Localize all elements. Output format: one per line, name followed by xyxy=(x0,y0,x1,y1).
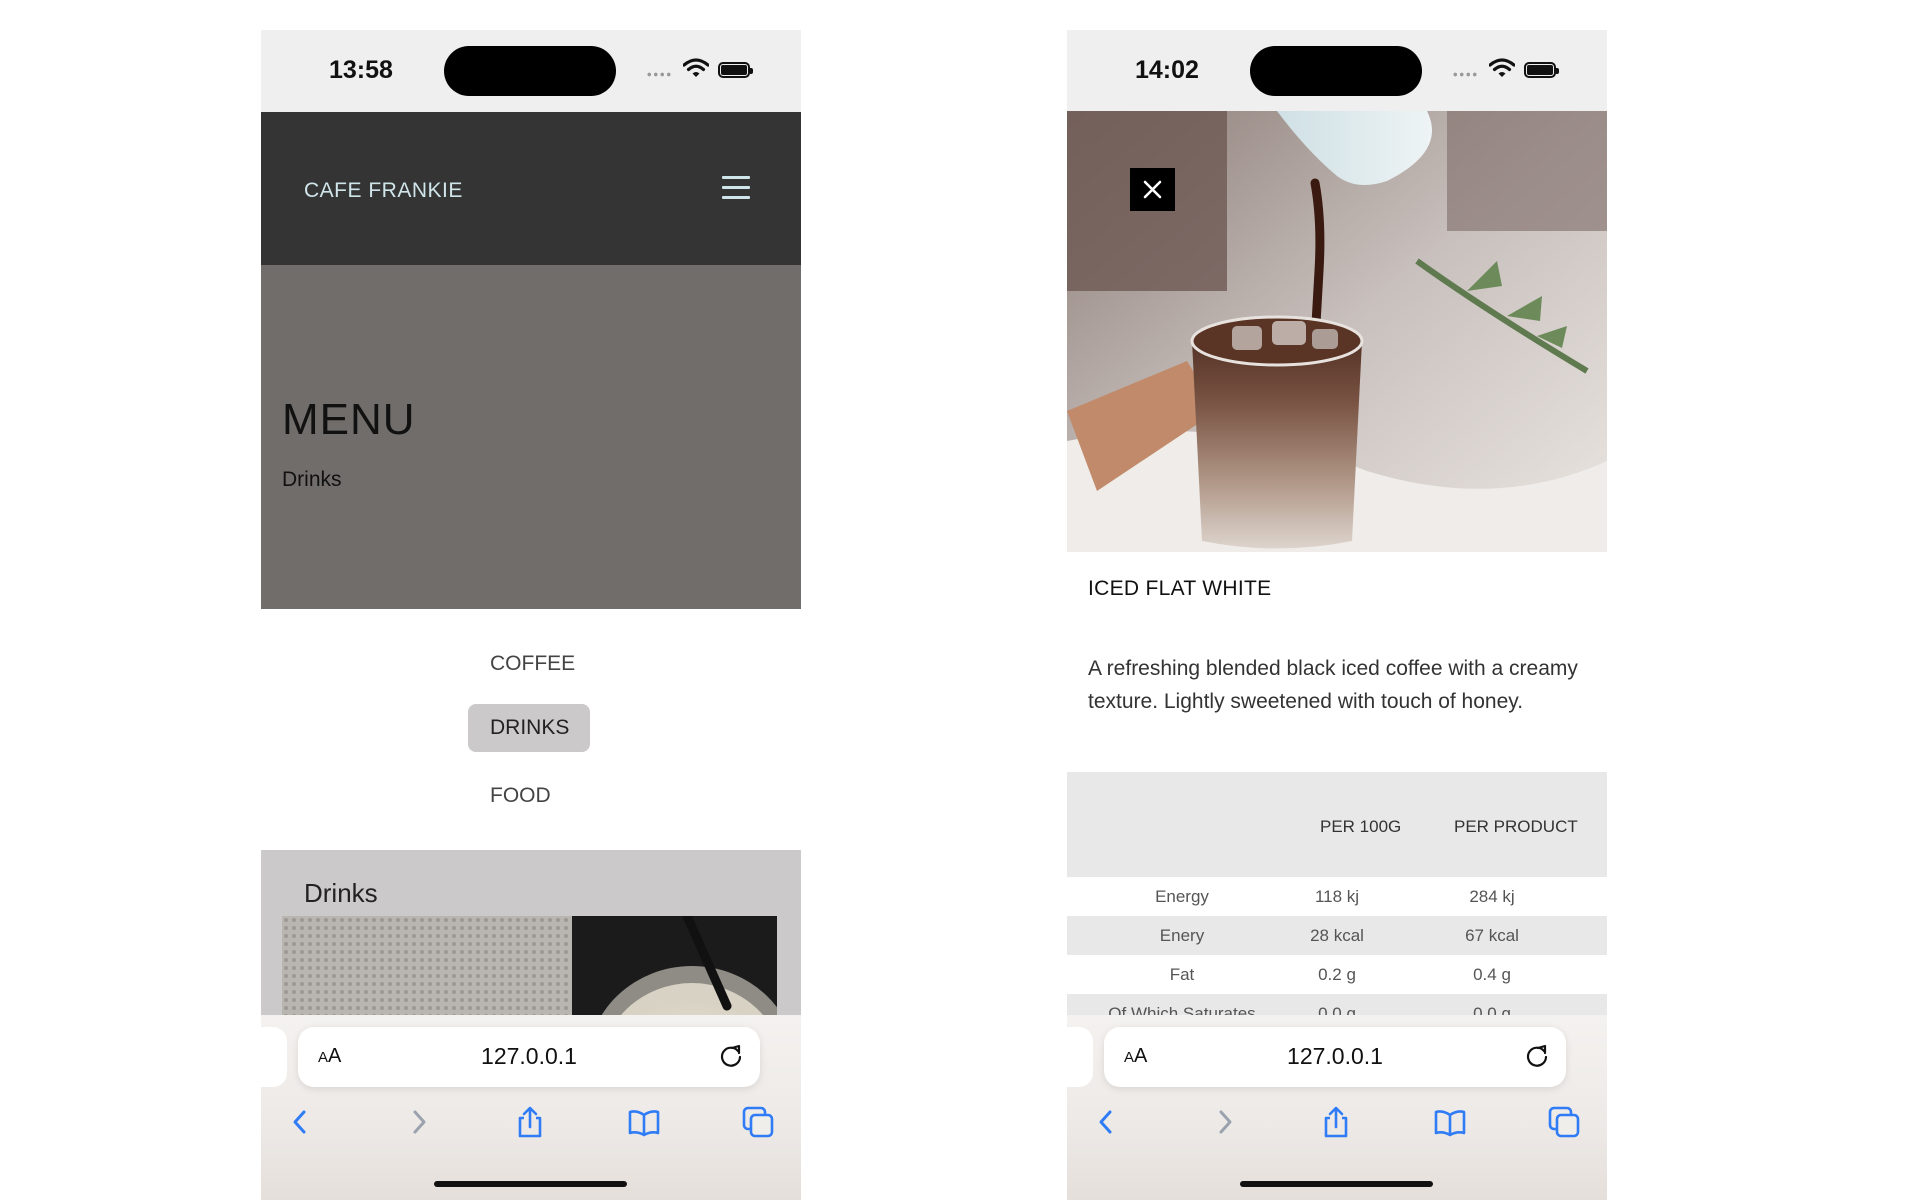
signal-dots-icon xyxy=(1452,72,1478,77)
back-icon[interactable] xyxy=(284,1105,318,1139)
per-product-value: 284 kj xyxy=(1469,887,1515,906)
home-indicator[interactable] xyxy=(434,1181,627,1187)
product-description: A refreshing blended black iced coffee w… xyxy=(1088,657,1578,713)
nutrient-label: Of Which Saturates xyxy=(1108,1004,1256,1015)
battery-icon xyxy=(1524,62,1559,78)
nutrient-label: Energy xyxy=(1155,887,1209,906)
per-product-value: 0.4 g xyxy=(1473,965,1511,984)
phone-right-product-page: 14:02 ICED FLAT WHITE A refreshing blend… xyxy=(1067,30,1607,1200)
close-icon xyxy=(1143,180,1162,199)
per-product-value: 0.0 g xyxy=(1473,1004,1511,1015)
category-tab-food[interactable]: FOOD xyxy=(490,784,551,808)
phone-left-menu-page: 13:58 CAFE FRANKIE MENU Drinks COFFEE DR… xyxy=(261,30,801,1200)
hero-banner: MENU Drinks xyxy=(261,265,801,609)
safari-toolbar: AA 127.0.0.1 xyxy=(261,1015,801,1200)
dynamic-island xyxy=(444,46,616,96)
battery-icon xyxy=(718,62,753,78)
bookmarks-icon[interactable] xyxy=(1433,1105,1467,1139)
address-bar[interactable]: AA 127.0.0.1 xyxy=(298,1027,760,1087)
wifi-icon xyxy=(1489,58,1515,77)
table-row: Fat 0.2 g 0.4 g xyxy=(1067,955,1607,994)
table-row: Of Which Saturates 0.0 g 0.0 g xyxy=(1067,994,1607,1015)
close-button[interactable] xyxy=(1130,168,1175,211)
per-100g-value: 28 kcal xyxy=(1310,926,1364,945)
category-tab-drinks[interactable]: DRINKS xyxy=(468,704,590,752)
per-100g-value: 0.0 g xyxy=(1318,1004,1356,1015)
table-row: Energy 118 kj 284 kj xyxy=(1067,877,1607,916)
previous-tab-card[interactable] xyxy=(261,1027,287,1087)
nutrition-table-header: PER 100G PER PRODUCT xyxy=(1067,772,1607,877)
share-icon[interactable] xyxy=(1319,1105,1353,1139)
status-time: 13:58 xyxy=(329,56,393,84)
section-title: Drinks xyxy=(304,878,378,908)
status-bar: 14:02 xyxy=(1067,30,1607,112)
home-indicator[interactable] xyxy=(1240,1181,1433,1187)
column-header-per-100g: PER 100G xyxy=(1320,817,1402,836)
page-title: MENU xyxy=(282,395,416,444)
forward-icon[interactable] xyxy=(401,1105,435,1139)
per-100g-value: 118 kj xyxy=(1314,887,1360,906)
category-tab-coffee[interactable]: COFFEE xyxy=(490,652,575,676)
brand-logo-text[interactable]: CAFE FRANKIE xyxy=(304,179,463,203)
page-subtitle: Drinks xyxy=(282,468,342,491)
safari-toolbar: AA 127.0.0.1 xyxy=(1067,1015,1607,1200)
back-icon[interactable] xyxy=(1090,1105,1124,1139)
url-text[interactable]: 127.0.0.1 xyxy=(1104,1043,1566,1070)
hamburger-menu-icon[interactable] xyxy=(722,176,750,202)
signal-dots-icon xyxy=(646,72,672,77)
reload-icon[interactable] xyxy=(718,1043,744,1069)
table-row: Enery 28 kcal 67 kcal xyxy=(1067,916,1607,955)
tabs-icon[interactable] xyxy=(1547,1105,1581,1139)
status-time: 14:02 xyxy=(1135,56,1199,84)
product-name: ICED FLAT WHITE xyxy=(1088,577,1272,600)
per-product-value: 67 kcal xyxy=(1465,926,1519,945)
status-bar: 13:58 xyxy=(261,30,801,112)
site-header: CAFE FRANKIE xyxy=(261,112,801,265)
tabs-icon[interactable] xyxy=(741,1105,775,1139)
product-photo xyxy=(1067,111,1607,552)
column-header-per-product: PER PRODUCT xyxy=(1454,817,1578,836)
address-bar[interactable]: AA 127.0.0.1 xyxy=(1104,1027,1566,1087)
nutrient-label: Fat xyxy=(1169,965,1195,984)
nutrient-label: Enery xyxy=(1159,926,1205,945)
bookmarks-icon[interactable] xyxy=(627,1105,661,1139)
previous-tab-card[interactable] xyxy=(1067,1027,1093,1087)
per-100g-value: 0.2 g xyxy=(1318,965,1356,984)
dynamic-island xyxy=(1250,46,1422,96)
reload-icon[interactable] xyxy=(1524,1043,1550,1069)
nutrition-table: PER 100G PER PRODUCT Energy 118 kj 284 k… xyxy=(1067,772,1607,1015)
share-icon[interactable] xyxy=(513,1105,547,1139)
url-text[interactable]: 127.0.0.1 xyxy=(298,1043,760,1070)
wifi-icon xyxy=(683,58,709,77)
forward-icon[interactable] xyxy=(1207,1105,1241,1139)
